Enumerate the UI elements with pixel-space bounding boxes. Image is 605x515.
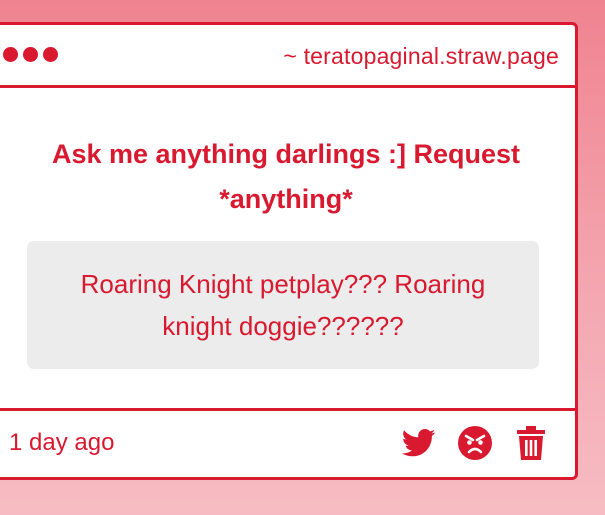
post-footer: 1 day ago bbox=[0, 411, 575, 475]
window-dot-maximize[interactable] bbox=[43, 47, 58, 62]
answer-text: Roaring Knight petplay??? Roaring knight… bbox=[80, 269, 486, 341]
window-titlebar: ~ teratopaginal.straw.page bbox=[0, 25, 575, 88]
window-dot-close[interactable] bbox=[3, 47, 18, 62]
answer-box: Roaring Knight petplay??? Roaring knight… bbox=[27, 241, 539, 369]
trash-icon[interactable] bbox=[513, 425, 549, 461]
angry-face-icon[interactable] bbox=[457, 425, 493, 461]
post-actions bbox=[401, 425, 549, 461]
post-content: Ask me anything darlings :] Request *any… bbox=[0, 88, 575, 411]
question-text: Ask me anything darlings :] Request *any… bbox=[51, 139, 521, 214]
ask-card: ~ teratopaginal.straw.page Ask me anythi… bbox=[0, 22, 578, 480]
page-url: ~ teratopaginal.straw.page bbox=[283, 43, 559, 69]
post-timestamp: 1 day ago bbox=[9, 429, 115, 456]
twitter-icon[interactable] bbox=[401, 425, 437, 461]
window-dot-minimize[interactable] bbox=[23, 47, 38, 62]
window-controls bbox=[3, 47, 58, 62]
